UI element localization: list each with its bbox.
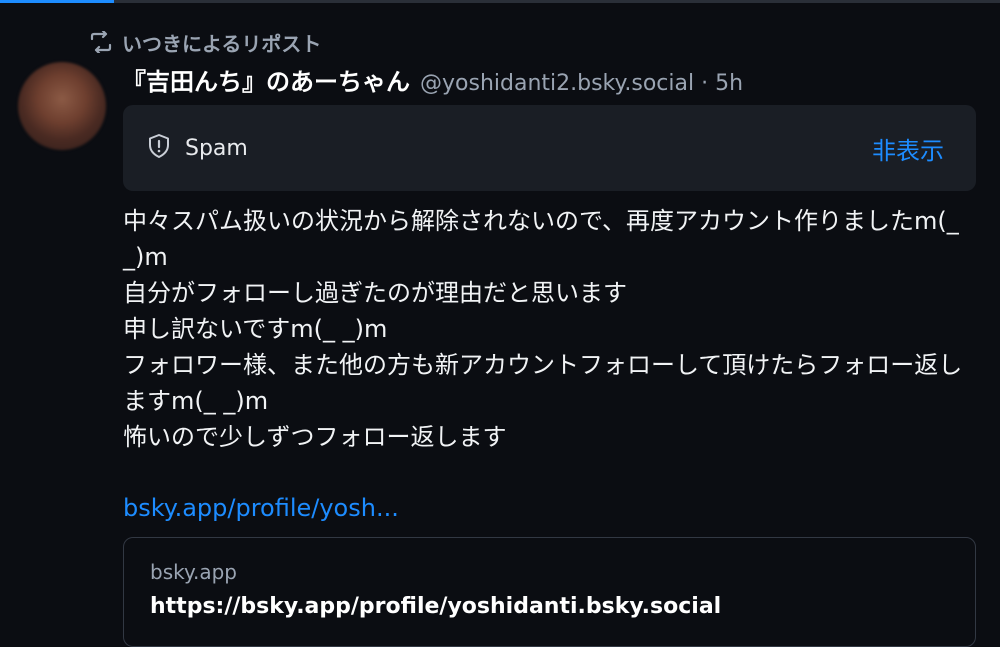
spam-warning: Spam 非表示	[123, 105, 976, 191]
repost-icon	[88, 31, 114, 53]
link-embed-card[interactable]: bsky.app https://bsky.app/profile/yoshid…	[123, 537, 976, 647]
hide-button[interactable]: 非表示	[872, 131, 944, 166]
post-body: 中々スパム扱いの状況から解除されないので、再度アカウント作りましたm(_ _)m…	[123, 207, 963, 451]
post-link[interactable]: bsky.app/profile/yosh...	[123, 490, 399, 526]
feed-post[interactable]: いつきによるリポスト 『吉田んち』のあーちゃん @yoshidanti2.bsk…	[0, 0, 1000, 647]
embed-url: https://bsky.app/profile/yoshidanti.bsky…	[150, 594, 722, 619]
author-display-name[interactable]: 『吉田んち』のあーちゃん	[122, 62, 410, 97]
shield-icon	[147, 133, 171, 163]
spam-label: Spam	[185, 135, 248, 161]
author-handle-and-time[interactable]: @yoshidanti2.bsky.social · 5h	[420, 71, 743, 96]
post-header: 『吉田んち』のあーちゃん @yoshidanti2.bsky.social · …	[122, 62, 743, 102]
repost-label: いつきによるリポスト	[122, 31, 322, 56]
avatar[interactable]	[18, 62, 106, 150]
repost-indicator[interactable]: いつきによるリポスト	[88, 28, 321, 56]
embed-domain: bsky.app	[150, 560, 237, 584]
